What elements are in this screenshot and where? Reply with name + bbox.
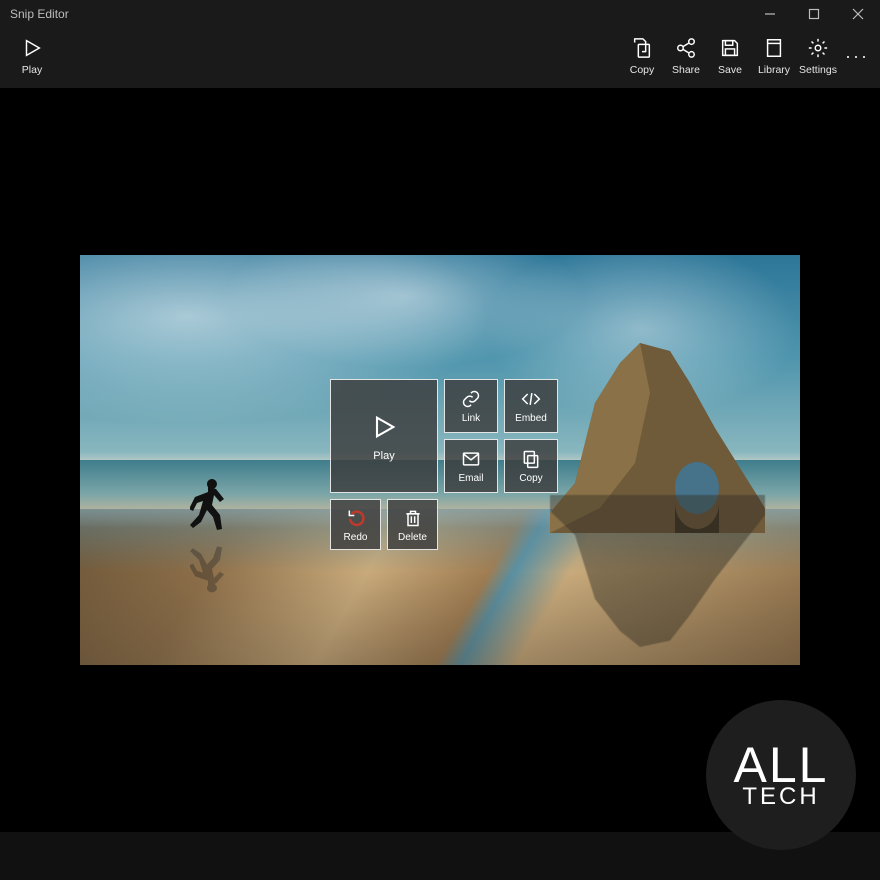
play-icon bbox=[18, 34, 46, 62]
maximize-button[interactable] bbox=[792, 0, 836, 28]
overlay-play-button[interactable]: Play bbox=[330, 379, 438, 493]
runner-silhouette bbox=[190, 473, 232, 537]
play-button-label: Play bbox=[22, 64, 42, 76]
overlay-embed-label: Embed bbox=[515, 413, 547, 424]
overlay-copy-button[interactable]: Copy bbox=[504, 439, 558, 493]
overlay-delete-label: Delete bbox=[398, 532, 427, 543]
minimize-button[interactable] bbox=[748, 0, 792, 28]
share-button-label: Share bbox=[672, 64, 700, 76]
copy-button[interactable]: Copy bbox=[620, 32, 664, 76]
watermark-line2: TECH bbox=[742, 786, 819, 808]
overlay-copy-label: Copy bbox=[519, 473, 542, 484]
overlay-redo-label: Redo bbox=[344, 532, 368, 543]
overlay-email-label: Email bbox=[458, 473, 483, 484]
save-button-label: Save bbox=[718, 64, 742, 76]
watermark-badge: ALL TECH bbox=[706, 700, 856, 850]
snip-image[interactable]: Play Link Embed bbox=[80, 255, 800, 665]
close-button[interactable] bbox=[836, 0, 880, 28]
save-icon bbox=[716, 34, 744, 62]
action-tiles-row2: Redo Delete bbox=[330, 499, 438, 550]
save-button[interactable]: Save bbox=[708, 32, 752, 76]
overlay-embed-button[interactable]: Embed bbox=[504, 379, 558, 433]
overlay-delete-button[interactable]: Delete bbox=[387, 499, 438, 550]
more-icon: ··· bbox=[845, 46, 869, 67]
rock-reflection bbox=[540, 535, 770, 655]
redo-icon bbox=[345, 507, 367, 529]
share-button[interactable]: Share bbox=[664, 32, 708, 76]
play-icon bbox=[367, 410, 401, 444]
library-button[interactable]: Library bbox=[752, 32, 796, 76]
watermark-line1: ALL bbox=[734, 743, 829, 788]
link-icon bbox=[460, 388, 482, 410]
runner-reflection bbox=[190, 540, 232, 598]
share-icon bbox=[672, 34, 700, 62]
more-button[interactable]: ··· bbox=[840, 32, 874, 72]
copy-icon bbox=[628, 34, 656, 62]
titlebar: Snip Editor bbox=[0, 0, 880, 28]
command-bar: Play Copy Share bbox=[0, 28, 880, 88]
overlay-email-button[interactable]: Email bbox=[444, 439, 498, 493]
delete-icon bbox=[402, 507, 424, 529]
copy-button-label: Copy bbox=[630, 64, 655, 76]
library-button-label: Library bbox=[758, 64, 790, 76]
library-icon bbox=[760, 34, 788, 62]
window-controls bbox=[748, 0, 880, 28]
embed-icon bbox=[520, 388, 542, 410]
settings-button-label: Settings bbox=[799, 64, 837, 76]
email-icon bbox=[460, 448, 482, 470]
overlay-link-label: Link bbox=[462, 413, 480, 424]
copy-icon bbox=[520, 448, 542, 470]
gear-icon bbox=[804, 34, 832, 62]
overlay-redo-button[interactable]: Redo bbox=[330, 499, 381, 550]
settings-button[interactable]: Settings bbox=[796, 32, 840, 76]
overlay-play-label: Play bbox=[373, 450, 394, 462]
window-title: Snip Editor bbox=[10, 7, 69, 21]
play-button[interactable]: Play bbox=[10, 32, 54, 76]
overlay-link-button[interactable]: Link bbox=[444, 379, 498, 433]
